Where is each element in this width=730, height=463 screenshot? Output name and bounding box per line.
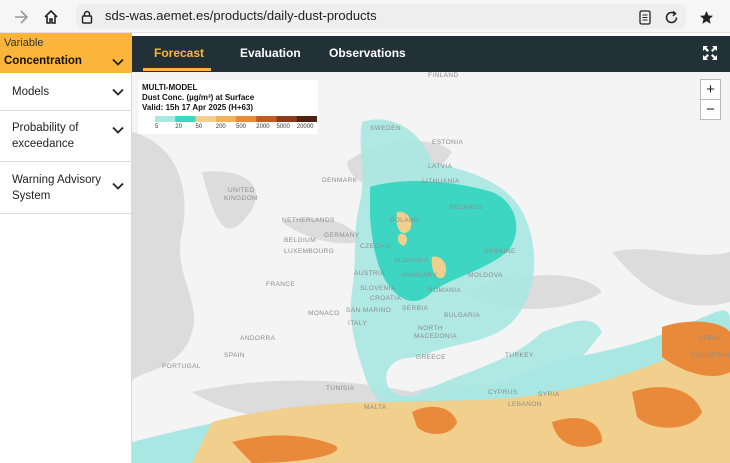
- svg-text:ESTONIA: ESTONIA: [432, 139, 463, 146]
- legend-tick-label: 2000: [256, 124, 270, 130]
- tab-forecast[interactable]: Forecast: [154, 46, 204, 60]
- svg-text:MALTA: MALTA: [364, 404, 387, 411]
- svg-text:TUNISIA: TUNISIA: [326, 385, 355, 392]
- zoom-out-button[interactable]: −: [700, 99, 721, 120]
- svg-text:PORTUGAL: PORTUGAL: [162, 363, 201, 370]
- legend-swatch: [195, 116, 217, 122]
- svg-text:GREECE: GREECE: [416, 354, 446, 361]
- svg-text:CROATIA: CROATIA: [370, 295, 401, 302]
- sidebar-item-probability[interactable]: Probability of exceedance: [0, 111, 132, 162]
- legend-color-bar: [155, 116, 317, 122]
- svg-text:SWEDEN: SWEDEN: [370, 125, 401, 132]
- svg-text:BELARUS: BELARUS: [450, 204, 483, 211]
- legend-swatch: [175, 116, 197, 122]
- svg-text:LITHUANIA: LITHUANIA: [422, 178, 460, 185]
- fullscreen-icon[interactable]: [702, 45, 718, 66]
- svg-text:KINGDOM: KINGDOM: [224, 195, 258, 202]
- legend-swatch: [215, 116, 237, 122]
- bookmark-star-icon[interactable]: [695, 6, 717, 28]
- sidebar: Variable Concentration Models Probabilit…: [0, 33, 132, 463]
- svg-text:FINLAND: FINLAND: [428, 72, 459, 79]
- legend-swatch: [276, 116, 298, 122]
- svg-text:GERMANY: GERMANY: [324, 232, 360, 239]
- svg-text:SLOVAKIA: SLOVAKIA: [394, 257, 429, 264]
- svg-text:SYRIA: SYRIA: [538, 391, 560, 398]
- svg-text:SLOVENIA: SLOVENIA: [360, 285, 396, 292]
- svg-text:LUXEMBOURG: LUXEMBOURG: [284, 248, 334, 255]
- svg-text:UKRAINE: UKRAINE: [484, 248, 516, 255]
- svg-text:FRANCE: FRANCE: [266, 281, 295, 288]
- home-icon[interactable]: [40, 6, 62, 28]
- svg-text:MONACO: MONACO: [308, 310, 340, 317]
- svg-text:SAN MARINO: SAN MARINO: [346, 307, 391, 314]
- legend-tick-label: 20: [175, 124, 182, 130]
- svg-text:MOLDOVA: MOLDOVA: [468, 272, 503, 279]
- legend-tick-label: 5000: [276, 124, 290, 130]
- legend-tick-label: 50: [195, 124, 203, 130]
- svg-text:TURKEY: TURKEY: [505, 352, 534, 359]
- back-arrow-icon[interactable]: [10, 6, 32, 28]
- legend-valid-time: Valid: 15h 17 Apr 2025 (H+63): [142, 103, 254, 112]
- browser-toolbar: sds-was.aemet.es/products/daily-dust-pro…: [0, 0, 730, 33]
- variable-selector[interactable]: Variable Concentration: [0, 33, 132, 73]
- svg-text:BELGIUM: BELGIUM: [284, 237, 316, 244]
- sidebar-item-label: Probability of exceedance: [12, 122, 79, 150]
- url-text[interactable]: sds-was.aemet.es/products/daily-dust-pro…: [105, 8, 377, 23]
- svg-text:LEBANON: LEBANON: [508, 401, 542, 408]
- sidebar-item-label: Models: [12, 86, 50, 98]
- map-legend: MULTI-MODEL Dust Conc. (µg/m³) at Surfac…: [138, 80, 318, 134]
- svg-text:CYPRUS: CYPRUS: [488, 389, 518, 396]
- svg-text:TAJIKISTAN: TAJIKISTAN: [690, 352, 730, 359]
- zoom-in-button[interactable]: +: [700, 79, 721, 100]
- svg-text:BULGARIA: BULGARIA: [444, 312, 480, 319]
- svg-text:ITALY: ITALY: [348, 320, 367, 327]
- svg-text:SERBIA: SERBIA: [402, 305, 429, 312]
- tab-evaluation[interactable]: Evaluation: [240, 46, 301, 60]
- legend-swatch: [155, 116, 176, 122]
- svg-text:POLAND: POLAND: [390, 217, 419, 224]
- svg-text:MACEDONIA: MACEDONIA: [414, 333, 457, 340]
- chevron-down-icon: [112, 126, 124, 134]
- chevron-down-icon: [112, 58, 124, 66]
- main-nav: Forecast Evaluation Observations: [132, 36, 730, 72]
- svg-text:UZBEK: UZBEK: [698, 335, 722, 342]
- reader-mode-icon[interactable]: [634, 6, 656, 28]
- legend-swatch: [256, 116, 278, 122]
- svg-text:NETHERLANDS: NETHERLANDS: [282, 217, 335, 224]
- sidebar-item-warning[interactable]: Warning Advisory System: [0, 162, 132, 214]
- legend-variable: Dust Conc. (µg/m³) at Surface: [142, 93, 255, 102]
- tab-observations[interactable]: Observations: [329, 46, 406, 60]
- chevron-down-icon: [112, 88, 124, 96]
- svg-text:DENMARK: DENMARK: [322, 177, 358, 184]
- svg-text:SPAIN: SPAIN: [224, 352, 245, 359]
- lock-icon: [76, 6, 98, 28]
- legend-swatch: [236, 116, 257, 122]
- active-tab-indicator: [143, 68, 211, 71]
- svg-text:UNITED: UNITED: [228, 187, 255, 194]
- svg-text:HUNGARY: HUNGARY: [402, 272, 437, 279]
- legend-tick-label: 5: [155, 124, 159, 130]
- svg-text:NORTH: NORTH: [418, 325, 443, 332]
- sidebar-item-models[interactable]: Models: [0, 73, 132, 111]
- legend-tick-label: 20000: [296, 124, 314, 130]
- legend-tick-label: 200: [215, 124, 226, 130]
- legend-tick-label: 500: [236, 124, 247, 130]
- variable-value: Concentration: [4, 55, 82, 67]
- chevron-down-icon: [112, 182, 124, 190]
- svg-text:ANDORRA: ANDORRA: [240, 335, 276, 342]
- svg-text:LATVIA: LATVIA: [428, 163, 453, 170]
- sidebar-item-label: Warning Advisory System: [12, 174, 102, 202]
- svg-text:AUSTRIA: AUSTRIA: [354, 270, 385, 277]
- svg-text:CZECHIA: CZECHIA: [360, 243, 392, 250]
- svg-text:ROMANIA: ROMANIA: [428, 287, 461, 294]
- legend-swatch: [296, 116, 317, 122]
- variable-label: Variable: [4, 37, 44, 49]
- reload-icon[interactable]: [660, 6, 682, 28]
- legend-model: MULTI-MODEL: [142, 83, 198, 92]
